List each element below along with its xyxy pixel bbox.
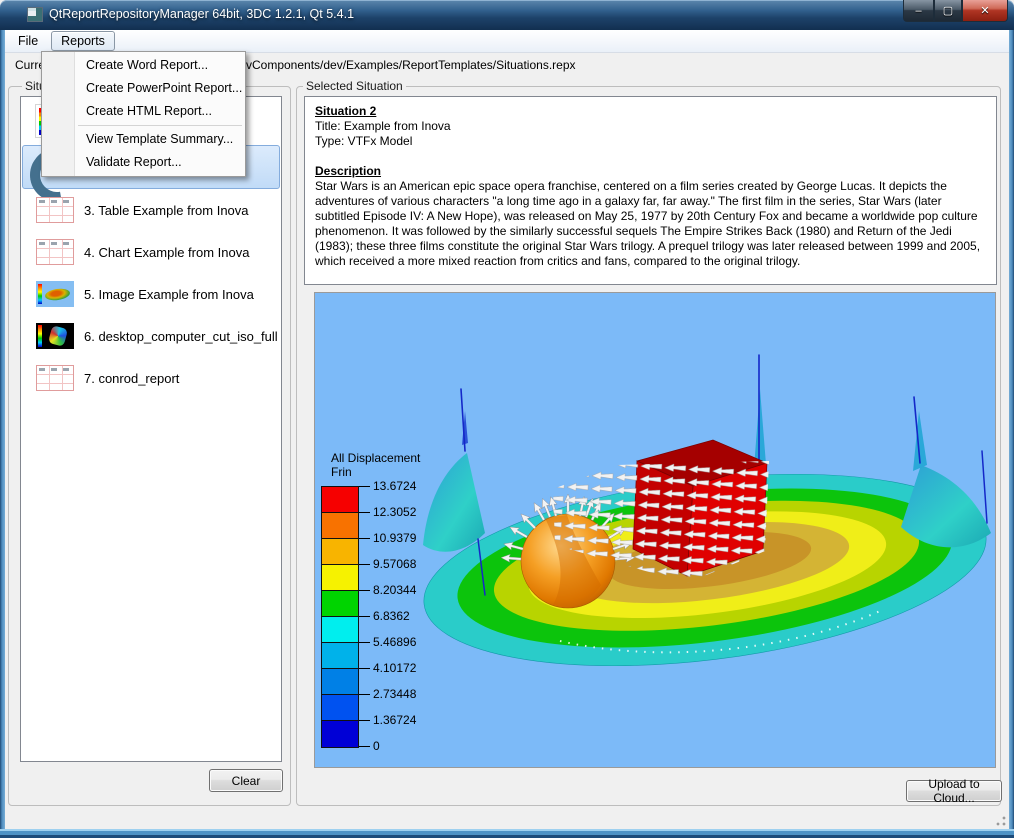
legend-swatch <box>322 695 358 721</box>
window-title: QtReportRepositoryManager 64bit, 3DC 1.2… <box>49 7 354 21</box>
legend-swatch <box>322 487 358 513</box>
list-item[interactable]: 5. Image Example from Inova <box>21 273 281 315</box>
legend-tick-label: 6.8362 <box>359 609 410 623</box>
situations-list[interactable]: 3. Table Example from Inova 4. Chart Exa… <box>20 96 282 762</box>
clear-button[interactable]: Clear <box>209 769 283 792</box>
menu-item-create-html-report[interactable]: Create HTML Report... <box>42 100 245 123</box>
list-item-label: 4. Chart Example from Inova <box>84 245 249 260</box>
legend-swatch <box>322 669 358 695</box>
window-border-left <box>0 30 5 830</box>
situation-title-line: Title: Example from Inova <box>315 119 986 134</box>
legend-swatch <box>322 617 358 643</box>
viz-blue-thumbnail <box>36 281 74 307</box>
vtfx-scene <box>315 293 995 767</box>
current-template-path: vComponents/dev/Examples/ReportTemplates… <box>246 58 576 72</box>
menu-reports[interactable]: Reports <box>51 31 115 51</box>
menu-item-create-word-report[interactable]: Create Word Report... <box>42 54 245 77</box>
window-controls: – ▢ ✕ <box>903 0 1008 22</box>
list-item[interactable]: 3. Table Example from Inova <box>21 189 281 231</box>
legend-tick-label: 8.20344 <box>359 583 416 597</box>
situation-details[interactable]: Situation 2 Title: Example from Inova Ty… <box>304 96 997 285</box>
legend-tick-label: 9.57068 <box>359 557 416 571</box>
legend-tick-label: 10.9379 <box>359 531 416 545</box>
table-thumbnail <box>36 239 74 265</box>
list-item-label: 7. conrod_report <box>84 371 179 386</box>
minimize-button[interactable]: – <box>903 0 934 22</box>
close-icon: ✕ <box>980 4 989 17</box>
viz-black-thumbnail <box>36 323 74 349</box>
list-item[interactable]: 7. conrod_report <box>21 357 281 399</box>
upload-to-cloud-button[interactable]: Upload to Cloud... <box>906 780 1002 802</box>
legend-swatch <box>322 565 358 591</box>
maximize-icon: ▢ <box>943 4 953 17</box>
legend-tick-label: 5.46896 <box>359 635 416 649</box>
legend-title: All Displacement Frin <box>331 451 420 479</box>
menu-bar: File Reports <box>5 30 1009 53</box>
legend-color-column <box>321 486 359 748</box>
window-border-right <box>1009 30 1014 830</box>
maximize-button[interactable]: ▢ <box>934 0 962 22</box>
menu-item-create-powerpoint-report[interactable]: Create PowerPoint Report... <box>42 77 245 100</box>
legend-tick-label: 2.73448 <box>359 687 416 701</box>
situation-heading: Situation 2 <box>315 104 986 119</box>
title-bar[interactable]: QtReportRepositoryManager 64bit, 3DC 1.2… <box>0 0 1014 30</box>
table-thumbnail <box>36 365 74 391</box>
resize-grip[interactable] <box>996 816 1006 826</box>
vtfx-viewer[interactable]: All Displacement Frin 13.6724 12.3052 <box>314 292 996 768</box>
selected-situation-label: Selected Situation <box>303 79 406 93</box>
legend-swatch <box>322 539 358 565</box>
legend-swatch <box>322 513 358 539</box>
description-text: Star Wars is an American epic space oper… <box>315 179 986 269</box>
legend-tick-label: 1.36724 <box>359 713 416 727</box>
legend-swatch <box>322 721 358 747</box>
legend-swatch <box>322 643 358 669</box>
app-icon <box>27 7 43 22</box>
list-item-label: 5. Image Example from Inova <box>84 287 254 302</box>
legend-tick-label: 13.6724 <box>359 479 416 493</box>
menu-item-validate-report[interactable]: Validate Report... <box>42 151 245 174</box>
list-item-label: 3. Table Example from Inova <box>84 203 249 218</box>
legend-tick-label: 12.3052 <box>359 505 416 519</box>
legend-swatch <box>322 591 358 617</box>
menu-file[interactable]: File <box>9 32 47 50</box>
minimize-icon: – <box>915 5 921 17</box>
situation-type-line: Type: VTFx Model <box>315 134 986 149</box>
description-heading: Description <box>315 164 986 179</box>
menu-separator <box>78 125 242 126</box>
selected-situation-groupbox: Selected Situation Situation 2 Title: Ex… <box>296 86 1001 806</box>
app-window: QtReportRepositoryManager 64bit, 3DC 1.2… <box>0 0 1014 838</box>
table-thumbnail <box>36 197 74 223</box>
legend-tick-label: 4.10172 <box>359 661 416 675</box>
list-item[interactable]: 6. desktop_computer_cut_iso_full <box>21 315 281 357</box>
list-item[interactable]: 4. Chart Example from Inova <box>21 231 281 273</box>
reports-menu-popup: Create Word Report... Create PowerPoint … <box>41 51 246 177</box>
situations-groupbox: Situ 3. Table Example from Inova 4. Char… <box>8 86 291 806</box>
close-button[interactable]: ✕ <box>962 0 1008 22</box>
list-item-label: 6. desktop_computer_cut_iso_full <box>84 329 278 344</box>
menu-item-view-template-summary[interactable]: View Template Summary... <box>42 128 245 151</box>
window-border-bottom <box>0 829 1014 838</box>
legend-tick-label: 0 <box>359 739 380 753</box>
